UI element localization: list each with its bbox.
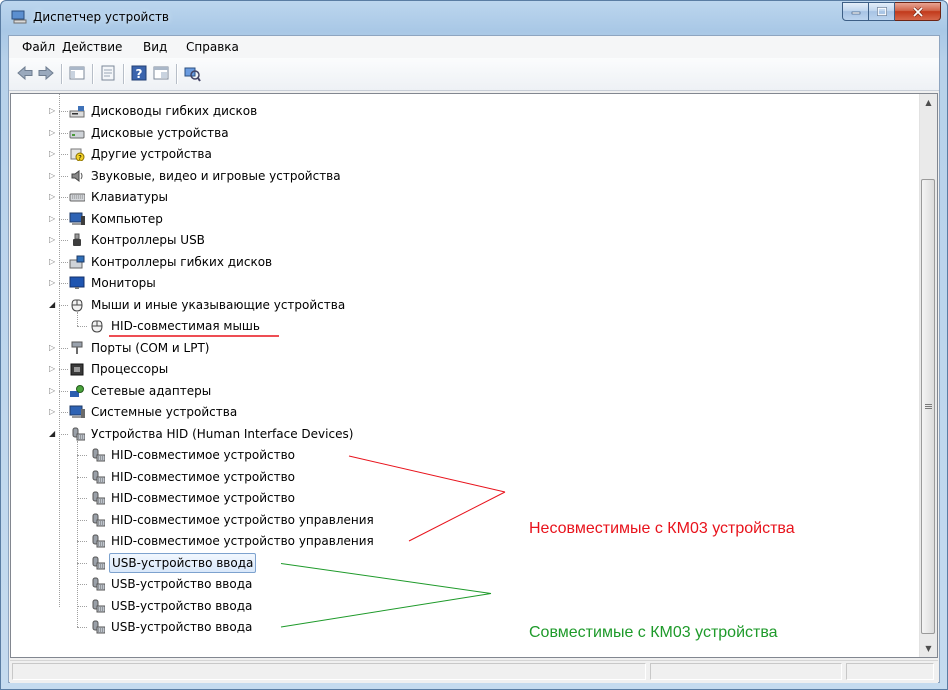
forward-arrow-icon[interactable] <box>37 64 55 82</box>
console-tree-view-icon[interactable] <box>152 64 170 82</box>
device-tree[interactable]: ▷ Дисководы гибких дисков ▷ Дисковые устрой… <box>10 93 938 658</box>
status-pane <box>12 663 646 680</box>
vertical-scrollbar[interactable]: ▲ ▼ <box>919 94 937 657</box>
status-bar <box>10 660 938 683</box>
window-controls <box>842 2 941 22</box>
scroll-thumb[interactable] <box>921 179 935 634</box>
properties-icon[interactable] <box>99 64 117 82</box>
menu-bar: Файл Действие Вид Справка <box>9 36 939 59</box>
annotation-line-red <box>408 491 506 542</box>
toolbar: ? <box>9 58 939 91</box>
status-pane <box>846 663 934 680</box>
toolbar-separator <box>123 64 124 84</box>
annotation-line-green <box>280 563 492 594</box>
scroll-up-button[interactable]: ▲ <box>920 94 937 111</box>
arrow-up-icon: ▲ <box>925 98 932 107</box>
device-manager-window: Диспетчер устройств Файл Действие Вид Сп… <box>0 0 948 690</box>
device-manager-icon <box>11 10 27 24</box>
menu-help[interactable]: Справка <box>186 40 239 54</box>
annotation-incompatible: Несовместимые с КМ03 устройства <box>529 520 795 537</box>
toolbar-separator <box>92 64 93 84</box>
help-icon[interactable]: ? <box>130 64 148 82</box>
minimize-button[interactable] <box>842 2 869 21</box>
maximize-button[interactable] <box>869 2 895 21</box>
annotation-compatible: Совместимые с КМ03 устройства <box>529 624 778 641</box>
status-pane <box>650 663 842 680</box>
client-area: Файл Действие Вид Справка ? ▷ Дисководы г… <box>8 35 940 683</box>
close-icon <box>912 6 923 17</box>
scan-hardware-icon[interactable] <box>183 64 201 82</box>
menu-view[interactable]: Вид <box>143 40 167 54</box>
back-arrow-icon[interactable] <box>16 64 34 82</box>
toolbar-separator <box>176 64 177 84</box>
window-title: Диспетчер устройств <box>33 10 170 24</box>
toolbar-separator <box>61 64 62 84</box>
annotation-line-green <box>280 593 492 628</box>
grip-icon <box>925 404 932 405</box>
arrow-down-icon: ▼ <box>925 644 932 653</box>
show-hide-console-tree-icon[interactable] <box>68 64 86 82</box>
title-bar[interactable]: Диспетчер устройств <box>1 1 947 35</box>
maximize-icon <box>876 7 887 16</box>
scroll-down-button[interactable]: ▼ <box>920 640 937 657</box>
minimize-icon <box>851 11 860 14</box>
svg-text:?: ? <box>136 67 143 81</box>
menu-action[interactable]: Действие <box>62 40 122 54</box>
annotation-line-red <box>348 455 506 493</box>
annotation-lines <box>109 335 506 628</box>
menu-file[interactable]: Файл <box>22 40 55 54</box>
close-button[interactable] <box>895 2 941 21</box>
